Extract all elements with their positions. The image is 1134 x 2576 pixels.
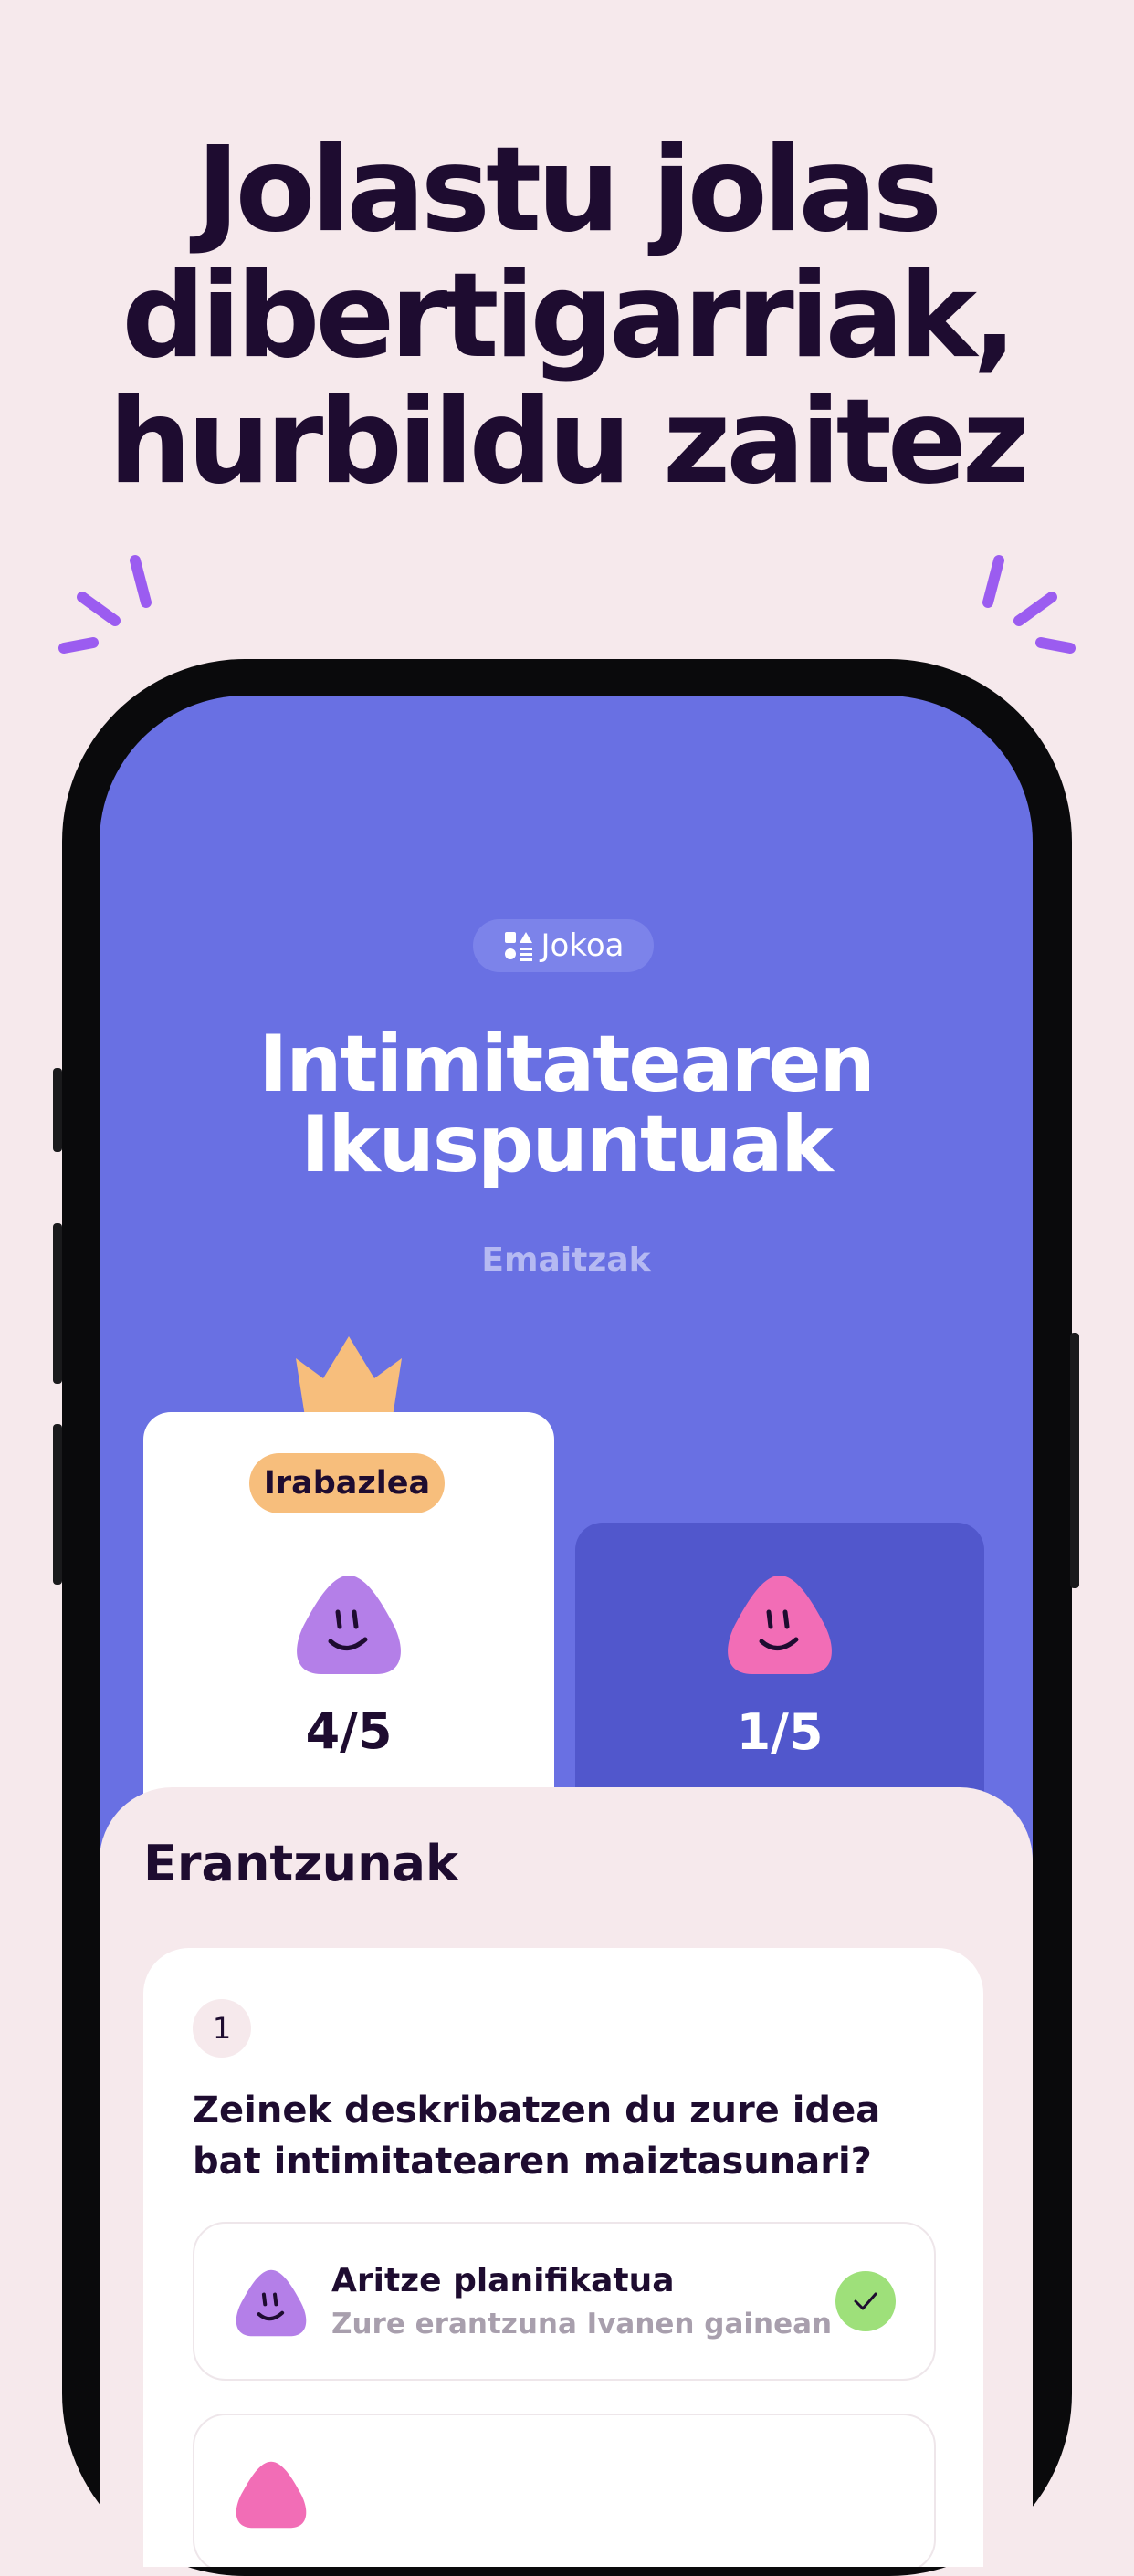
shapes-icon [504,932,532,961]
results-label: Emaitzak [481,1241,651,1279]
answer-subtitle: Zure erantzuna Ivanen gainean [331,2308,833,2340]
check-icon [835,2271,896,2331]
game-title-line-2: Ikuspuntuak [300,1099,833,1190]
smiley-avatar-icon [297,1576,401,1674]
winner-badge: Irabazlea [249,1453,445,1513]
game-title: Intimitatearen Ikuspuntuak [100,1024,1033,1185]
app-screen: Jokoa Intimitatearen Ikuspuntuak Emaitza… [100,696,1033,2567]
headline-line-2: dibertigarriak, [121,248,1016,384]
question-text: Zeinek deskribatzen du zure idea bat int… [193,2089,881,2183]
side-button-power [1070,1333,1079,1588]
marketing-headline: Jolastu jolas dibertigarriak, hurbildu z… [0,128,1134,506]
crown-icon [296,1336,402,1417]
game-title-line-1: Intimitatearen [258,1019,875,1110]
side-button-mute [53,1068,62,1152]
smiley-avatar-icon [236,2461,307,2529]
sparkle-right-icon [982,555,1076,654]
side-button-volume-up [53,1223,62,1384]
headline-line-1: Jolastu jolas [195,122,942,258]
player-score: 1/5 [736,1703,824,1761]
smiley-avatar-icon [236,2269,307,2337]
game-chip-label: Jokoa [541,927,625,964]
answer-title: Aritze planifikatua [331,2262,675,2299]
question-card: 1 Zeinek deskribatzen du zure idea bat i… [143,1948,983,2567]
answers-title: Erantzunak [143,1835,458,1892]
smiley-avatar-icon [728,1576,832,1674]
question-number: 1 [193,1999,251,2058]
answers-sheet: Erantzunak 1 Zeinek deskribatzen du zure… [100,1787,1033,2567]
sparkle-left-icon [58,555,152,654]
game-chip[interactable]: Jokoa [473,919,654,972]
side-button-volume-down [53,1424,62,1585]
headline-line-3: hurbildu zaitez [108,374,1030,510]
answer-option[interactable]: Aritze planifikatua Zure erantzuna Ivane… [193,2222,936,2381]
player-score: 4/5 [305,1702,393,1760]
answer-option[interactable] [193,2414,936,2567]
